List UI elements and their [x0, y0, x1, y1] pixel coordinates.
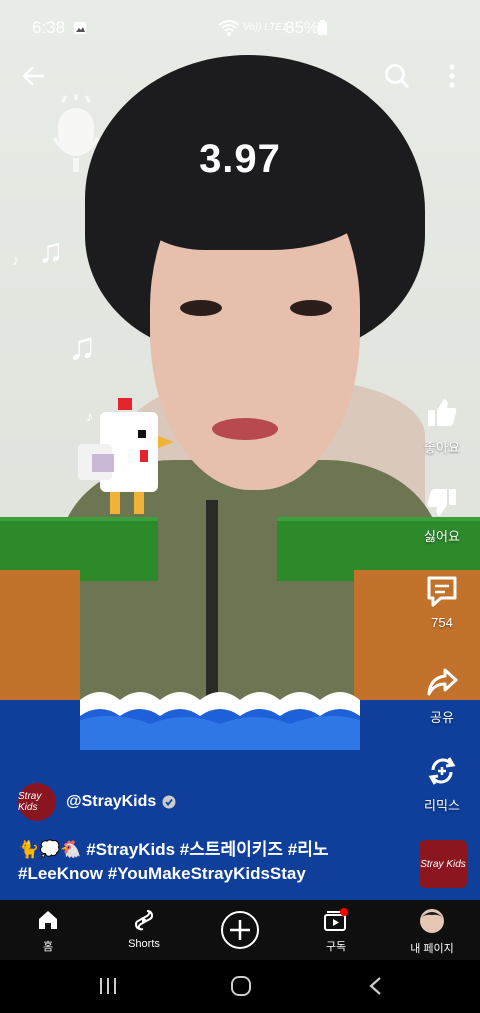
network-label: Vo)) LTE1 — [243, 22, 288, 33]
shorts-icon — [134, 910, 154, 931]
left-eye — [180, 300, 222, 316]
home-button-icon[interactable] — [230, 975, 252, 997]
battery-percent: 85% — [285, 18, 320, 37]
dislike-label: 싫어요 — [424, 529, 460, 544]
wifi-icon — [218, 20, 240, 36]
more-options-icon[interactable] — [442, 62, 462, 90]
nav-you[interactable]: 내 페이지 — [384, 908, 480, 956]
channel-handle[interactable]: @StrayKids — [66, 793, 156, 811]
share-label: 공유 — [430, 710, 454, 725]
music-note-icon: ♫ — [38, 232, 64, 270]
comment-icon — [427, 576, 457, 607]
gallery-icon — [74, 22, 86, 34]
nav-you-label: 내 페이지 — [410, 943, 454, 955]
dislike-button[interactable]: 싫어요 — [402, 485, 480, 545]
search-icon[interactable] — [383, 62, 411, 90]
shorts-screen: ♫ ♪ ♫ ♪ 3.97 6:38 Vo)) LTE1 85% 좋아요 싫어요 … — [0, 0, 480, 1013]
share-button[interactable]: 공유 — [402, 666, 480, 726]
nav-shorts-label: Shorts — [128, 938, 160, 950]
nav-create[interactable] — [192, 910, 288, 953]
like-label: 좋아요 — [424, 440, 460, 455]
chicken-icon — [78, 398, 174, 514]
profile-avatar-icon — [420, 909, 444, 933]
channel-avatar[interactable]: Stray Kids — [18, 783, 56, 821]
subscriptions-icon — [324, 908, 348, 931]
system-navigation-bar — [0, 960, 480, 1013]
music-note-icon: ♪ — [12, 252, 19, 268]
zipper — [206, 500, 218, 700]
music-note-icon: ♫ — [68, 326, 97, 368]
like-button[interactable]: 좋아요 — [402, 396, 480, 456]
status-bar: 6:38 Vo)) LTE1 85% — [0, 0, 480, 56]
nav-subscriptions[interactable]: 구독 — [288, 908, 384, 954]
game-timer: 3.97 — [199, 137, 281, 181]
video-caption[interactable]: 🐈💭🐔 #StrayKids #스트레이키즈 #리노 #LeeKnow #You… — [18, 838, 398, 886]
nav-home[interactable]: 홈 — [0, 908, 96, 954]
share-icon — [427, 668, 458, 696]
nav-subscriptions-label: 구독 — [325, 941, 347, 953]
sound-thumbnail[interactable]: Stray Kids — [419, 840, 467, 888]
remix-button[interactable]: 리믹스 — [402, 754, 480, 814]
create-plus-icon — [221, 911, 259, 949]
caption-line-1: 🐈💭🐔 #StrayKids #스트레이키즈 #리노 — [18, 840, 329, 859]
home-icon — [39, 911, 57, 929]
remix-icon — [428, 757, 456, 785]
nav-shorts[interactable]: Shorts — [96, 908, 192, 950]
waves — [80, 692, 360, 750]
channel-info[interactable]: Stray Kids @StrayKids — [18, 783, 176, 821]
system-back-icon[interactable] — [366, 975, 386, 997]
caption-line-2: #LeeKnow #YouMakeStrayKidsStay — [18, 864, 306, 883]
thumbs-down-icon — [427, 489, 456, 516]
comments-button[interactable]: 754 — [402, 574, 480, 630]
nav-home-label: 홈 — [42, 941, 54, 953]
battery-icon — [318, 20, 327, 35]
mouth — [212, 418, 278, 440]
thumbs-up-icon — [428, 399, 457, 426]
verified-icon — [162, 795, 176, 809]
right-eye — [290, 300, 332, 316]
back-arrow-icon[interactable] — [20, 62, 48, 90]
recent-apps-icon[interactable] — [98, 976, 118, 996]
bottom-navigation: 홈 Shorts 구독 내 페이지 — [0, 900, 480, 960]
status-time: 6:38 — [32, 18, 66, 37]
remix-label: 리믹스 — [424, 798, 460, 813]
comments-count: 754 — [431, 615, 453, 630]
